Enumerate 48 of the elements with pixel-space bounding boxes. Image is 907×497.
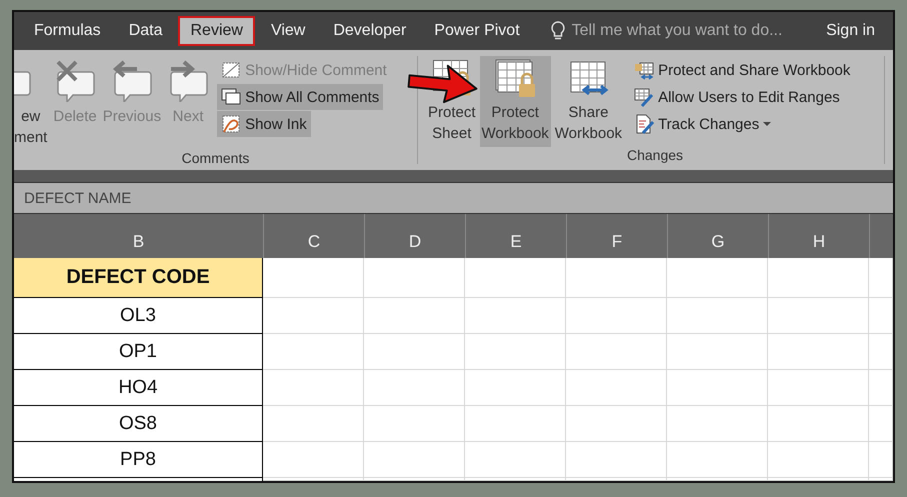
ribbon-button[interactable]: ew ment [14, 56, 50, 150]
empty-cell [869, 406, 893, 442]
column-header[interactable]: B [14, 214, 263, 258]
empty-cell [869, 298, 893, 334]
sign-in-link[interactable]: Sign in [820, 21, 881, 41]
lightbulb-icon [550, 21, 566, 41]
column-header[interactable]: H [768, 214, 869, 258]
ribbon-button[interactable]: Protect Workbook [480, 56, 551, 147]
ribbon-button[interactable]: Show Ink [217, 111, 311, 137]
ribbon-button[interactable]: Track Changes [630, 111, 776, 137]
ink-icon [221, 114, 242, 134]
formula-bar-text: DEFECT NAME [24, 190, 132, 206]
track-changes-icon [634, 114, 654, 134]
empty-cell [869, 334, 893, 370]
ribbon-tab[interactable]: Power Pivot [422, 16, 532, 46]
delete-comment-icon [54, 58, 96, 102]
tell-me-search[interactable]: Tell me what you want to do... [572, 22, 782, 40]
column-header[interactable] [869, 214, 893, 258]
ribbon-tab[interactable]: Review [178, 16, 255, 46]
ribbon-button[interactable]: Share Workbook [552, 56, 624, 147]
group-label: Comments [182, 150, 250, 167]
range-edit-icon [634, 87, 654, 107]
comment-toggle-icon [221, 60, 242, 80]
ribbon-tab[interactable]: Developer [321, 16, 418, 46]
locked-workbook-icon [494, 58, 536, 98]
ribbon-button[interactable]: Show All Comments [217, 84, 384, 110]
group-label: Changes [626, 147, 684, 164]
table-cell: OP1 [14, 334, 263, 370]
locked-share-icon [634, 60, 654, 80]
empty-cell [869, 370, 893, 406]
column-header[interactable]: F [566, 214, 667, 258]
table-cell: OS8 [14, 406, 263, 442]
column-header[interactable]: G [667, 214, 768, 258]
ribbon-tab[interactable]: Formulas [22, 16, 113, 46]
ribbon-tab[interactable]: View [258, 16, 318, 46]
table-cell: HO4 [14, 370, 263, 406]
column-header[interactable]: C [263, 214, 364, 258]
column-header[interactable]: D [364, 214, 465, 258]
table-cell: OL3 [14, 298, 263, 334]
header-cell: DEFECT CODE [14, 258, 263, 298]
ribbon-button[interactable]: Allow Users to Edit Ranges [630, 84, 844, 110]
comments-stack-icon [221, 87, 242, 107]
ribbon-button[interactable]: Protect and Share Workbook [630, 57, 854, 83]
table-cell: PP8 [14, 442, 263, 478]
column-header[interactable]: E [465, 214, 566, 258]
empty-cell [869, 442, 893, 478]
previous-comment-icon [110, 58, 153, 102]
ribbon-tab[interactable]: Data [116, 16, 174, 46]
